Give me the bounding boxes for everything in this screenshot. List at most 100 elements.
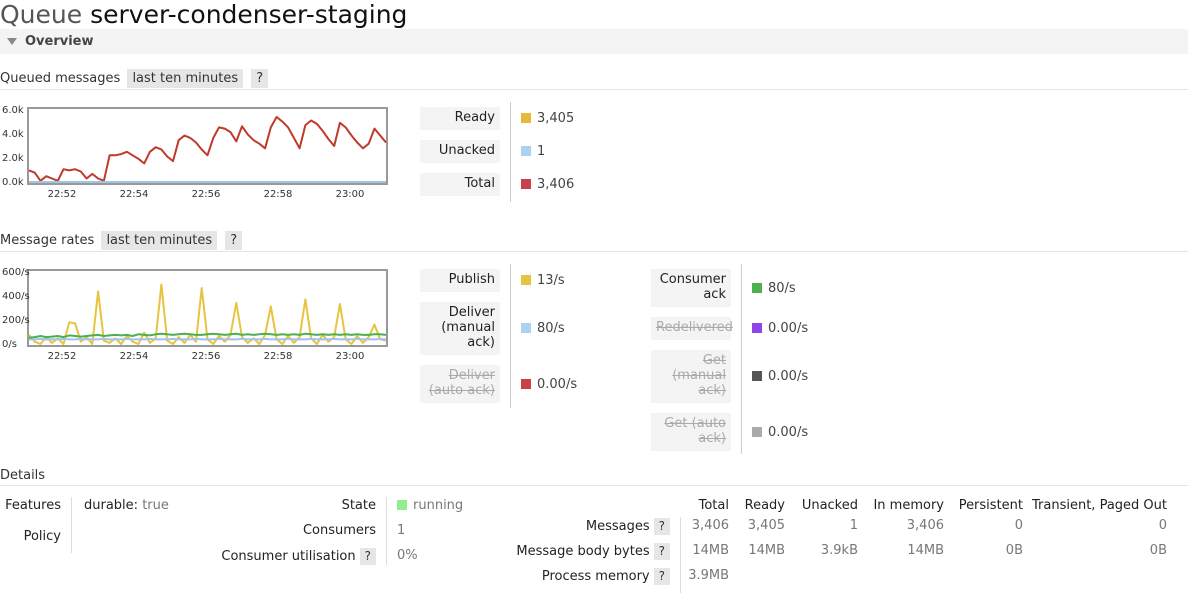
bytes-in-memory: 14MB (907, 543, 944, 558)
queued-messages-title: Queued messages (0, 71, 121, 86)
state-label: State (341, 498, 376, 513)
details-heading: Details (0, 468, 46, 483)
deliver-auto-swatch (521, 379, 531, 389)
legend-label-get-auto: Get (auto ack) (651, 413, 731, 451)
messages-total: 3,406 (691, 518, 729, 533)
legend-value-total: 3,406 (521, 177, 574, 192)
queued-chart-x-tick: 22:52 (48, 189, 77, 200)
body-bytes-row-label: Message body bytes? (470, 543, 670, 560)
rates-chart-y-tick: 600/s (2, 267, 30, 278)
rates-range-selector[interactable]: last ten minutes (101, 231, 218, 250)
redelivered-swatch (752, 323, 762, 333)
legend-label-publish: Publish (420, 269, 500, 292)
queued-legend-divider (510, 102, 511, 202)
consumer-ack-swatch (752, 283, 762, 293)
legend-label-total: Total (420, 173, 500, 196)
rates-legend-divider-left (510, 264, 511, 408)
unacked-swatch (521, 146, 531, 156)
legend-value-unacked: 1 (521, 144, 545, 159)
rates-chart-series-deliver-manual-ack- (29, 337, 387, 341)
bytes-total: 14MB (692, 543, 729, 558)
legend-value-get-manual: 0.00/s (752, 369, 808, 384)
consumers-value: 1 (397, 523, 406, 538)
features-label: Features (5, 498, 61, 513)
messages-in-memory: 3,406 (906, 518, 944, 533)
legend-label-get-manual: Get (manual ack) (651, 350, 731, 403)
page-title: Queue server-condenser-staging (0, 0, 407, 30)
bytes-unacked: 3.9kB (820, 543, 858, 558)
message-rates-heading: Message rates last ten minutes ? (0, 231, 243, 250)
col-header-ready: Ready (744, 498, 785, 513)
queue-name: server-condenser-staging (90, 0, 408, 29)
legend-value-redelivered: 0.00/s (752, 321, 808, 336)
details-divider (0, 485, 1188, 486)
rates-divider (0, 251, 1188, 252)
legend-value-get-auto: 0.00/s (752, 425, 808, 440)
bytes-transient: 0B (1149, 543, 1167, 558)
queued-help-button[interactable]: ? (251, 69, 269, 88)
legend-label-consumer-ack: Consumer ack (651, 269, 731, 307)
legend-value-publish: 13/s (521, 273, 565, 288)
message-rates-chart: 600/s 400/s 200/s 0/s 22:52 22:54 22:56 22:58 23… (0, 262, 395, 367)
total-swatch (521, 179, 531, 189)
get-auto-swatch (752, 427, 762, 437)
rates-chart-x-tick: 22:58 (264, 351, 293, 362)
get-manual-swatch (752, 371, 762, 381)
queued-divider (0, 89, 1188, 90)
page-title-prefix: Queue (0, 0, 83, 29)
ready-swatch (521, 113, 531, 123)
legend-label-ready: Ready (420, 107, 500, 130)
messages-unacked: 1 (849, 518, 858, 533)
messages-row-label: Messages? (470, 518, 670, 535)
running-status-icon (397, 500, 407, 510)
messages-help-button[interactable]: ? (653, 518, 670, 535)
legend-label-deliver-auto: Deliver (auto ack) (420, 365, 500, 403)
state-value: running (397, 498, 463, 513)
rates-chart-x-tick: 22:54 (120, 351, 149, 362)
col-header-total: Total (698, 498, 729, 513)
rates-help-button[interactable]: ? (225, 231, 243, 250)
details-col2-divider (386, 497, 387, 565)
process-memory-value: 3.9MB (688, 568, 729, 583)
col-header-in-memory: In memory (873, 498, 944, 513)
queued-chart-y-tick: 4.0k (2, 129, 24, 140)
queued-chart-x-tick: 22:56 (192, 189, 221, 200)
publish-swatch (521, 275, 531, 285)
bytes-ready: 14MB (748, 543, 785, 558)
consumer-utilisation-value: 0% (397, 548, 418, 563)
consumer-utilisation-label: Consumer utilisation? (200, 548, 376, 565)
legend-label-redelivered: Redelivered (651, 317, 733, 340)
rates-legend-divider-right (741, 264, 742, 454)
deliver-manual-swatch (521, 323, 531, 333)
queued-messages-chart: 6.0k 4.0k 2.0k 0.0k 22:52 22:54 22:56 22:58 23:0… (0, 100, 395, 202)
queued-messages-heading: Queued messages last ten minutes ? (0, 69, 269, 88)
queued-chart-y-tick: 6.0k (2, 105, 24, 116)
rates-chart-y-tick: 0/s (2, 339, 17, 350)
messages-transient: 0 (1158, 518, 1167, 533)
utilisation-help-button[interactable]: ? (359, 548, 376, 565)
legend-label-unacked: Unacked (420, 140, 500, 163)
message-rates-title: Message rates (0, 233, 95, 248)
rates-chart-x-tick: 23:00 (336, 351, 365, 362)
rates-chart-x-tick: 22:56 (192, 351, 221, 362)
legend-label-deliver-manual: Deliver (manual ack) (420, 302, 500, 355)
process-memory-help-button[interactable]: ? (653, 568, 670, 585)
process-memory-row-label: Process memory? (470, 568, 670, 585)
col-header-transient: Transient, Paged Out (1032, 498, 1167, 513)
col-header-unacked: Unacked (801, 498, 858, 513)
legend-value-ready: 3,405 (521, 111, 574, 126)
rates-chart-y-tick: 200/s (2, 315, 30, 326)
queued-range-selector[interactable]: last ten minutes (127, 69, 244, 88)
queued-chart-y-tick: 0.0k (2, 177, 24, 188)
bytes-persistent: 0B (1005, 543, 1023, 558)
consumers-label: Consumers (302, 523, 376, 538)
features-value: durable: true (84, 498, 169, 513)
body-bytes-help-button[interactable]: ? (653, 543, 670, 560)
overview-section-toggle[interactable]: Overview (0, 29, 1188, 54)
legend-value-deliver-auto: 0.00/s (521, 377, 577, 392)
queued-chart-y-tick: 2.0k (2, 153, 24, 164)
policy-label: Policy (23, 529, 61, 544)
messages-ready: 3,405 (747, 518, 785, 533)
legend-value-consumer-ack: 80/s (752, 281, 796, 296)
overview-label: Overview (25, 34, 94, 49)
